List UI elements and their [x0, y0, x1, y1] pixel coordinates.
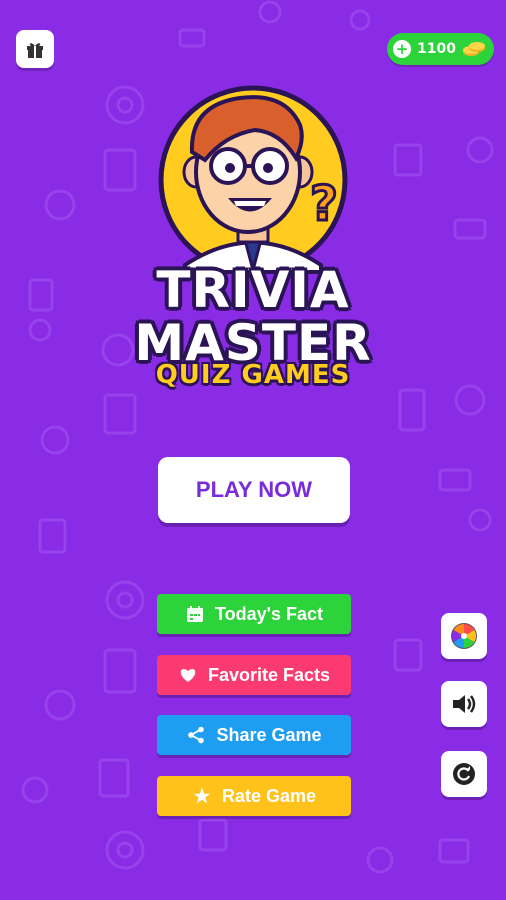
refresh-button[interactable] [441, 751, 487, 797]
sound-toggle-button[interactable] [441, 681, 487, 727]
share-game-button[interactable]: Share Game [157, 715, 351, 755]
coin-balance[interactable]: + 1100 [387, 33, 494, 65]
share-icon [186, 725, 206, 745]
speaker-icon [453, 695, 476, 713]
spin-wheel-button[interactable] [441, 613, 487, 659]
plus-icon: + [393, 40, 412, 58]
share-game-label: Share Game [216, 724, 322, 745]
star-icon [192, 786, 212, 806]
play-now-button[interactable]: PLAY NOW [158, 457, 350, 523]
refresh-icon [453, 763, 475, 785]
question-mark: ? [310, 176, 338, 232]
rate-game-button[interactable]: Rate Game [157, 776, 351, 816]
favorite-facts-label: Favorite Facts [207, 664, 331, 685]
todays-fact-button[interactable]: Today's Fact [157, 594, 351, 634]
favorite-facts-button[interactable]: Favorite Facts [157, 655, 351, 695]
calendar-icon [185, 604, 205, 624]
gift-icon [27, 43, 43, 58]
todays-fact-label: Today's Fact [215, 603, 323, 624]
spin-wheel-icon [451, 623, 477, 649]
play-now-label: PLAY NOW [195, 477, 313, 502]
heart-icon [178, 665, 198, 685]
coins-icon [463, 42, 485, 56]
subtitle-quiz-games: QUIZ GAMES [155, 360, 351, 390]
title-line-trivia: TRIVIA [156, 261, 350, 319]
gift-button[interactable] [16, 30, 54, 68]
rate-game-label: Rate Game [221, 785, 317, 806]
coin-count: 1100 [417, 41, 456, 57]
